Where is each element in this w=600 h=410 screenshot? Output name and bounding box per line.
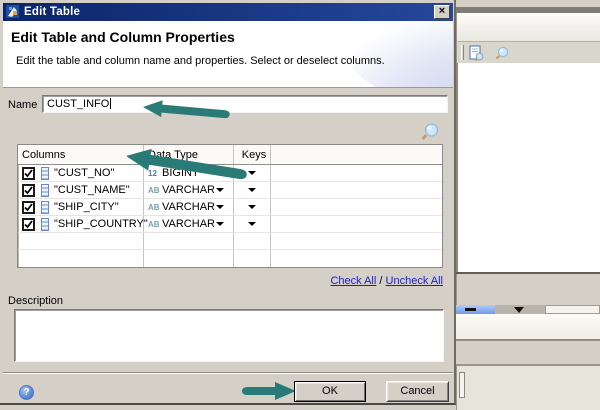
bg-mini-scrollbar[interactable]: [459, 372, 465, 398]
table-row[interactable]: "SHIP_CITY" AB VARCHAR: [18, 199, 442, 216]
name-label: Name: [8, 99, 37, 111]
keys-dropdown-icon[interactable]: [248, 205, 256, 209]
row-filler: [271, 216, 442, 232]
links-row: Check All / Uncheck All: [17, 275, 443, 287]
header-subtitle: Edit the table and column name and prope…: [16, 55, 385, 67]
ok-button[interactable]: OK: [294, 381, 366, 402]
name-value: CUST_INFO: [47, 98, 109, 110]
check-all-link[interactable]: Check All: [330, 275, 376, 287]
column-icon: [41, 167, 49, 180]
bg-horizontal-scrollbar[interactable]: [456, 305, 600, 314]
column-icon: [41, 184, 49, 197]
dropdown-triangle-icon: [514, 307, 524, 313]
row-filler: [271, 182, 442, 198]
bottom-separator: [3, 372, 453, 374]
scrollbar-thumb[interactable]: [456, 305, 495, 314]
bg-panel-band: [456, 274, 600, 305]
toolbar-grip[interactable]: [461, 45, 464, 60]
bg-panel-band2: [456, 341, 600, 364]
minimize-glyph: [465, 308, 476, 311]
cancel-button[interactable]: Cancel: [386, 381, 449, 402]
bg-bottom-band: [456, 366, 600, 410]
table-empty-row: [18, 233, 442, 250]
column-name: "CUST_NO": [54, 167, 114, 179]
column-name: "SHIP_COUNTRY": [54, 218, 148, 230]
zoom-icon[interactable]: [493, 45, 510, 62]
data-type-dropdown-icon[interactable]: [216, 188, 224, 192]
data-type-value: VARCHAR: [162, 201, 215, 213]
uncheck-all-link[interactable]: Uncheck All: [386, 275, 443, 287]
description-textarea[interactable]: [14, 309, 444, 362]
description-label: Description: [8, 295, 63, 307]
header-title: Edit Table and Column Properties: [11, 29, 235, 45]
background-app-window: [456, 0, 600, 410]
link-separator: /: [379, 275, 382, 287]
data-type-dropdown-icon[interactable]: [216, 222, 224, 226]
column-icon: [41, 201, 49, 214]
preview-magnifier-icon[interactable]: [417, 121, 441, 145]
row-filler: [271, 199, 442, 215]
data-type-value: VARCHAR: [162, 218, 215, 230]
keys-dropdown-icon[interactable]: [248, 188, 256, 192]
dialog-titlebar[interactable]: Edit Table ×: [3, 3, 453, 21]
row-checkbox[interactable]: [22, 184, 35, 197]
data-type-dropdown-icon[interactable]: [216, 205, 224, 209]
header-empty: [271, 145, 442, 164]
screen: Edit Table × Edit Table and Column Prope…: [0, 0, 600, 410]
type-badge-icon: AB: [148, 203, 162, 212]
document-search-icon[interactable]: [468, 45, 485, 62]
type-badge-icon: AB: [148, 220, 162, 229]
column-icon: [41, 218, 49, 231]
bg-top-band: [456, 0, 600, 7]
keys-dropdown-icon[interactable]: [248, 222, 256, 226]
text-caret: [110, 98, 111, 109]
row-checkbox[interactable]: [22, 167, 35, 180]
dialog-title: Edit Table: [24, 6, 80, 18]
edit-table-dialog: Edit Table × Edit Table and Column Prope…: [0, 0, 456, 405]
type-badge-icon: AB: [148, 186, 162, 195]
annotation-arrow-ok: [242, 381, 296, 401]
data-type-value: VARCHAR: [162, 184, 215, 196]
bg-cream-band: [456, 314, 600, 339]
app-icon: [6, 5, 20, 19]
help-icon[interactable]: ?: [19, 385, 34, 400]
dialog-header: Edit Table and Column Properties Edit th…: [3, 21, 453, 88]
table-empty-row: [18, 250, 442, 267]
bg-editor-tab-area: [456, 13, 600, 41]
table-row[interactable]: "SHIP_COUNTRY" AB VARCHAR: [18, 216, 442, 233]
scrollbar-track[interactable]: [545, 305, 600, 314]
close-button[interactable]: ×: [434, 5, 450, 19]
column-name: "SHIP_CITY": [54, 201, 119, 213]
column-name: "CUST_NAME": [54, 184, 130, 196]
row-checkbox[interactable]: [22, 201, 35, 214]
row-filler: [271, 165, 442, 181]
bg-content-area: [456, 63, 600, 272]
row-checkbox[interactable]: [22, 218, 35, 231]
name-input[interactable]: CUST_INFO: [42, 95, 448, 113]
bg-toolbar: [456, 41, 600, 63]
